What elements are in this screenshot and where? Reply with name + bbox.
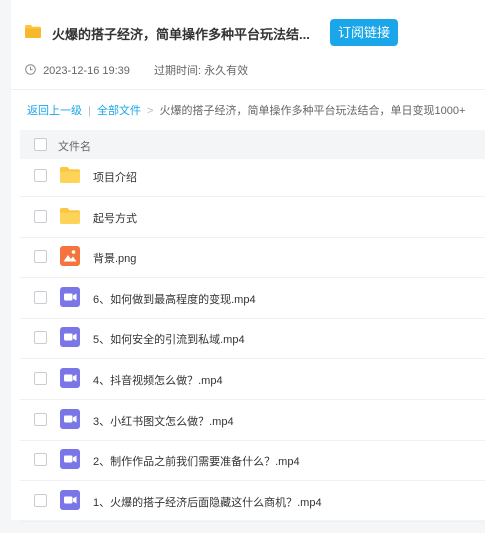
video-file-icon xyxy=(59,408,81,430)
share-date: 2023-12-16 19:39 xyxy=(43,65,130,77)
clock-icon xyxy=(25,64,36,75)
video-file-icon xyxy=(59,326,81,348)
divider xyxy=(11,89,485,90)
share-title: 火爆的搭子经济，简单操作多种平台玩法结... xyxy=(52,27,310,42)
video-file-icon xyxy=(59,489,81,511)
folder-icon xyxy=(25,25,41,38)
row-checkbox[interactable] xyxy=(34,372,47,385)
row-checkbox[interactable] xyxy=(34,453,47,467)
breadcrumb-separator: | xyxy=(88,105,91,117)
row-checkbox[interactable] xyxy=(34,290,47,304)
table-header: 文件名 xyxy=(20,130,485,159)
row-checkbox[interactable] xyxy=(34,250,47,264)
video-file-icon xyxy=(59,367,81,389)
breadcrumb-all-files-link[interactable]: 全部文件 xyxy=(97,105,141,117)
column-filename: 文件名 xyxy=(58,141,91,153)
expire-value: 永久有效 xyxy=(204,65,249,77)
folder-icon xyxy=(59,164,81,186)
file-name[interactable]: 项目介绍 xyxy=(93,169,137,185)
subscribe-button[interactable]: 订阅链接 xyxy=(330,19,398,46)
video-file-icon xyxy=(59,448,81,470)
image-file-icon xyxy=(59,245,81,267)
file-name[interactable]: 1、火爆的搭子经济后面隐藏这什么商机？.mp4 xyxy=(93,494,322,510)
breadcrumb-current: 火爆的搭子经济，简单操作多种平台玩法结合，单日变现1000+ xyxy=(159,105,466,117)
header: 火爆的搭子经济，简单操作多种平台玩法结... 订阅链接 xyxy=(25,18,485,48)
row-checkbox[interactable] xyxy=(34,209,47,223)
breadcrumb-back-link[interactable]: 返回上一级 xyxy=(27,105,82,117)
file-name[interactable]: 2、制作作品之前我们需要准备什么？.mp4 xyxy=(93,453,300,469)
file-row[interactable]: 6、如何做到最高程度的变现.mp4 xyxy=(20,278,485,319)
expire-label: 过期时间: xyxy=(154,65,202,77)
video-file-icon xyxy=(59,286,81,308)
file-row[interactable]: 5、如何安全的引流到私域.mp4 xyxy=(20,318,485,360)
share-card: 火爆的搭子经济，简单操作多种平台玩法结... 订阅链接 2023-12-16 1… xyxy=(11,0,485,522)
row-checkbox[interactable] xyxy=(34,412,47,426)
file-row[interactable]: 背景.png xyxy=(20,237,485,279)
file-row[interactable]: 项目介绍 xyxy=(20,156,485,197)
file-name[interactable]: 4、抖音视频怎么做？.mp4 xyxy=(93,372,223,388)
file-row[interactable]: 2、制作作品之前我们需要准备什么？.mp4 xyxy=(20,440,485,482)
file-row[interactable]: 3、小红书图文怎么做？.mp4 xyxy=(20,400,485,441)
select-all-checkbox[interactable] xyxy=(34,138,47,151)
file-name[interactable]: 3、小红书图文怎么做？.mp4 xyxy=(93,413,234,429)
breadcrumb: 返回上一级 | 全部文件 > 火爆的搭子经济，简单操作多种平台玩法结合，单日变现… xyxy=(27,102,465,118)
breadcrumb-chevron: > xyxy=(147,105,154,117)
file-name[interactable]: 起号方式 xyxy=(93,210,137,226)
row-checkbox[interactable] xyxy=(34,493,47,507)
file-row[interactable]: 起号方式 xyxy=(20,197,485,238)
row-checkbox[interactable] xyxy=(34,169,47,182)
row-checkbox[interactable] xyxy=(34,331,47,345)
file-name[interactable]: 5、如何安全的引流到私域.mp4 xyxy=(93,331,245,347)
folder-icon xyxy=(59,205,81,227)
file-row[interactable]: 1、火爆的搭子经济后面隐藏这什么商机？.mp4 xyxy=(20,481,485,522)
file-row[interactable]: 4、抖音视频怎么做？.mp4 xyxy=(20,359,485,400)
share-meta: 2023-12-16 19:39 过期时间: 永久有效 xyxy=(25,62,248,78)
file-name[interactable]: 6、如何做到最高程度的变现.mp4 xyxy=(93,291,256,307)
file-name[interactable]: 背景.png xyxy=(93,250,136,266)
